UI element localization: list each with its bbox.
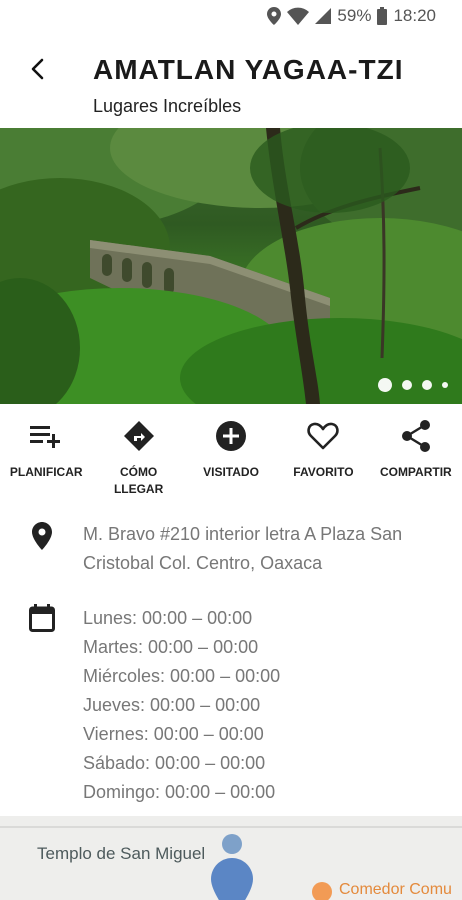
chevron-left-icon (31, 58, 44, 80)
hours-tuesday: Martes: 00:00 – 00:00 (83, 637, 259, 657)
plan-button[interactable]: PLANIFICAR (0, 404, 92, 504)
gallery-dot[interactable] (422, 380, 432, 390)
directions-icon (123, 420, 155, 452)
favorite-label: FAVORITO (293, 465, 354, 479)
signal-icon (315, 8, 332, 24)
battery-percent: 59% (337, 6, 372, 25)
wifi-icon (287, 7, 310, 25)
gallery-dot[interactable] (402, 380, 412, 390)
calendar-icon (28, 604, 56, 632)
hours-sunday: Domingo: 00:00 – 00:00 (83, 782, 276, 802)
opening-hours: Lunes: 00:00 – 00:00 Martes: 00:00 – 00:… (83, 604, 452, 807)
map-poi-label: Comedor Comu (339, 881, 452, 898)
address-line-2: Cristobal Col. Centro, Oaxaca (83, 553, 323, 573)
clock: 18:20 (393, 6, 436, 25)
category-label: Lugares Increíbles (93, 96, 242, 116)
directions-label: CÓMO LLEGAR (113, 465, 164, 496)
share-label: COMPARTIR (379, 465, 452, 479)
photo-gallery[interactable] (0, 128, 462, 404)
heart-outline-icon (307, 420, 340, 452)
hours-thursday: Jueves: 00:00 – 00:00 (83, 695, 261, 715)
gallery-dot[interactable] (442, 382, 448, 388)
address-line-1: M. Bravo #210 interior letra A Plaza San (83, 524, 403, 544)
share-icon (400, 420, 432, 452)
hours-saturday: Sábado: 00:00 – 00:00 (83, 753, 266, 773)
plan-label: PLANIFICAR (9, 465, 83, 479)
place-pin-icon (28, 522, 56, 550)
visited-button[interactable]: VISITADO (185, 404, 277, 504)
playlist-add-icon (30, 420, 62, 452)
action-bar: PLANIFICAR CÓMO LLEGAR VISITADO FAVORITO… (0, 404, 462, 504)
directions-button[interactable]: CÓMO LLEGAR (92, 404, 184, 504)
hours-wednesday: Miércoles: 00:00 – 00:00 (83, 666, 281, 686)
gallery-pagination (378, 378, 448, 392)
share-button[interactable]: COMPARTIR (370, 404, 462, 504)
hours-friday: Viernes: 00:00 – 00:00 (83, 724, 264, 744)
church-poi-icon (222, 834, 242, 854)
battery-icon (377, 7, 388, 25)
restaurant-poi-icon (312, 882, 332, 900)
visited-label: VISITADO (203, 465, 259, 479)
status-bar: 59% 18:20 (0, 0, 462, 32)
location-icon (267, 7, 282, 25)
aqueduct-photo (0, 128, 462, 404)
map-place-label: Templo de San Miguel (37, 844, 206, 863)
favorite-button[interactable]: FAVORITO (277, 404, 369, 504)
page-title: AMATLAN YAGAA-TZI (93, 54, 404, 85)
map-road (0, 826, 462, 828)
back-button[interactable] (22, 54, 52, 84)
hours-monday: Lunes: 00:00 – 00:00 (83, 608, 253, 628)
app-header: AMATLAN YAGAA-TZI Lugares Increíbles (0, 32, 462, 128)
add-circle-icon (215, 420, 247, 452)
gallery-dot[interactable] (378, 378, 392, 392)
location-map[interactable]: Templo de San Miguel Comedor Comu (0, 816, 462, 900)
map-pin-icon[interactable] (211, 858, 253, 900)
address[interactable]: M. Bravo #210 interior letra A Plaza San… (83, 520, 452, 578)
